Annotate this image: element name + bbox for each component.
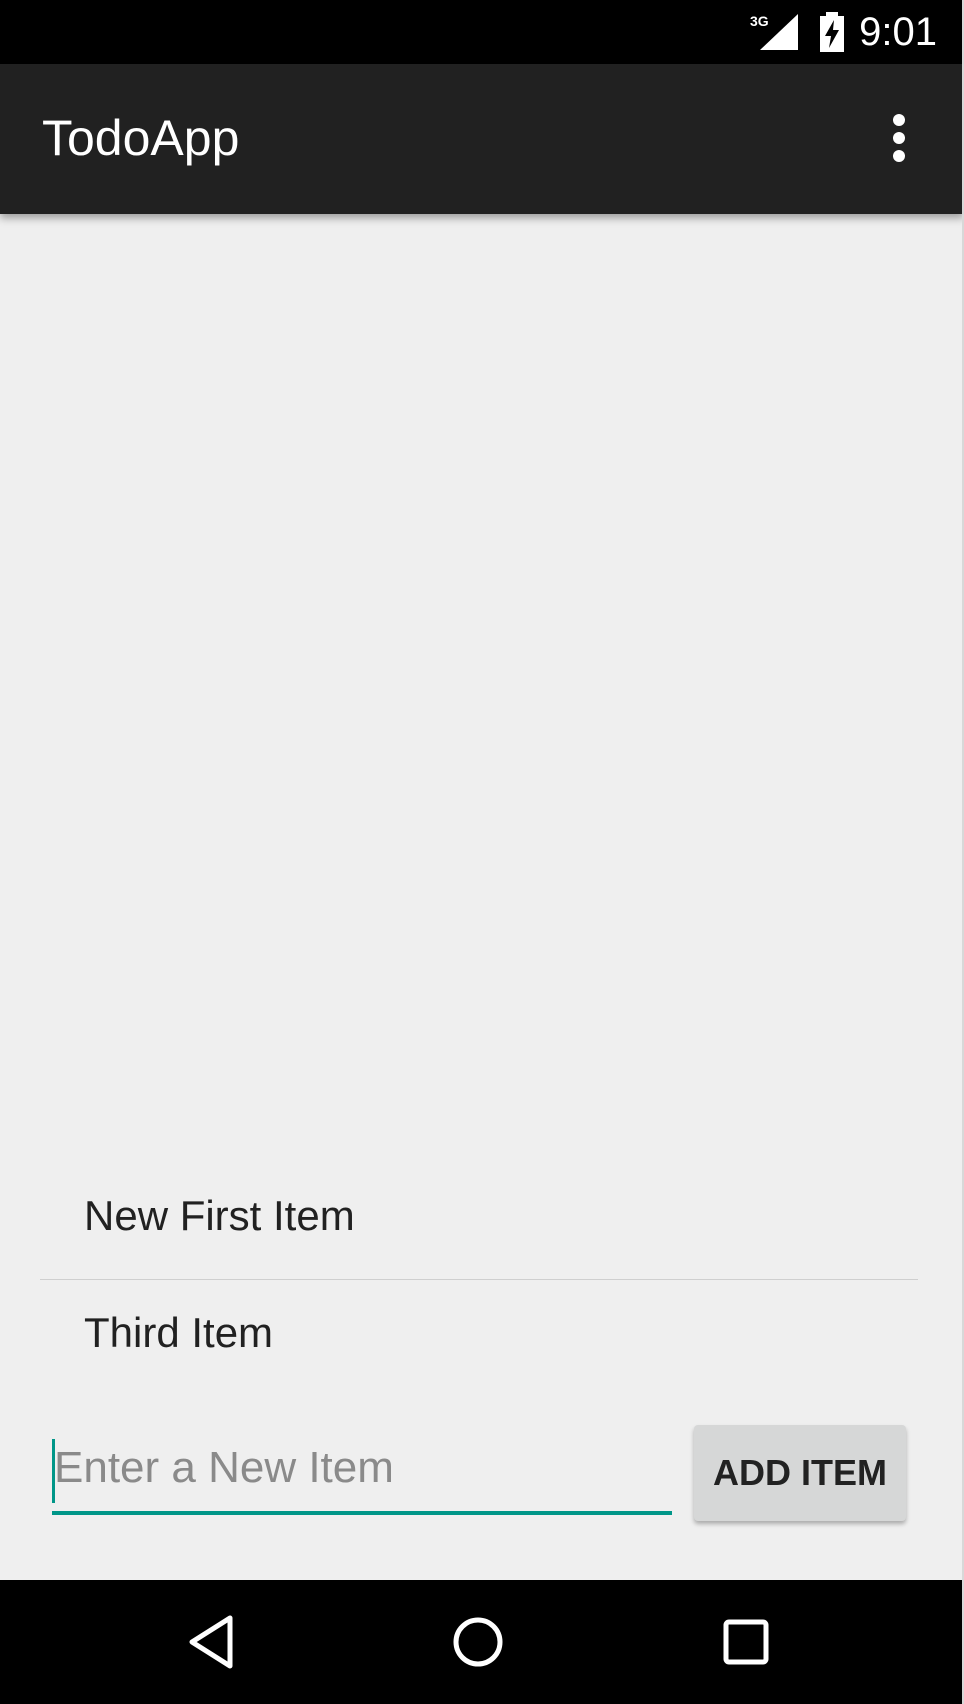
- status-time: 9:01: [859, 10, 937, 54]
- add-item-button[interactable]: ADD ITEM: [694, 1425, 906, 1521]
- new-item-field-wrapper: [52, 1425, 672, 1519]
- network-type-label: 3G: [750, 13, 769, 29]
- list-item-label: New First Item: [84, 1192, 355, 1239]
- battery-charging-icon: [820, 12, 844, 52]
- menu-dot: [893, 132, 905, 144]
- home-icon[interactable]: [446, 1610, 510, 1674]
- more-vert-icon[interactable]: [876, 106, 924, 170]
- nav-bar: [0, 1580, 964, 1704]
- todo-list[interactable]: New First Item Third Item: [40, 1155, 918, 1408]
- status-bar: 3G 9:01: [0, 0, 964, 64]
- list-item-label: Third Item: [84, 1309, 274, 1356]
- screen: 3G 9:01 TodoApp New First Item Third Ite…: [0, 0, 964, 1704]
- app-bar: TodoApp: [0, 64, 964, 214]
- menu-dot: [893, 150, 905, 162]
- list-item[interactable]: Third Item: [40, 1280, 918, 1408]
- back-icon[interactable]: [180, 1610, 244, 1674]
- list-item[interactable]: New First Item: [40, 1155, 918, 1279]
- text-cursor: [52, 1439, 55, 1503]
- app-title: TodoApp: [42, 110, 240, 166]
- menu-dot: [893, 114, 905, 126]
- signal-icon: 3G: [750, 13, 798, 50]
- recents-icon[interactable]: [714, 1610, 778, 1674]
- new-item-input[interactable]: [52, 1425, 672, 1515]
